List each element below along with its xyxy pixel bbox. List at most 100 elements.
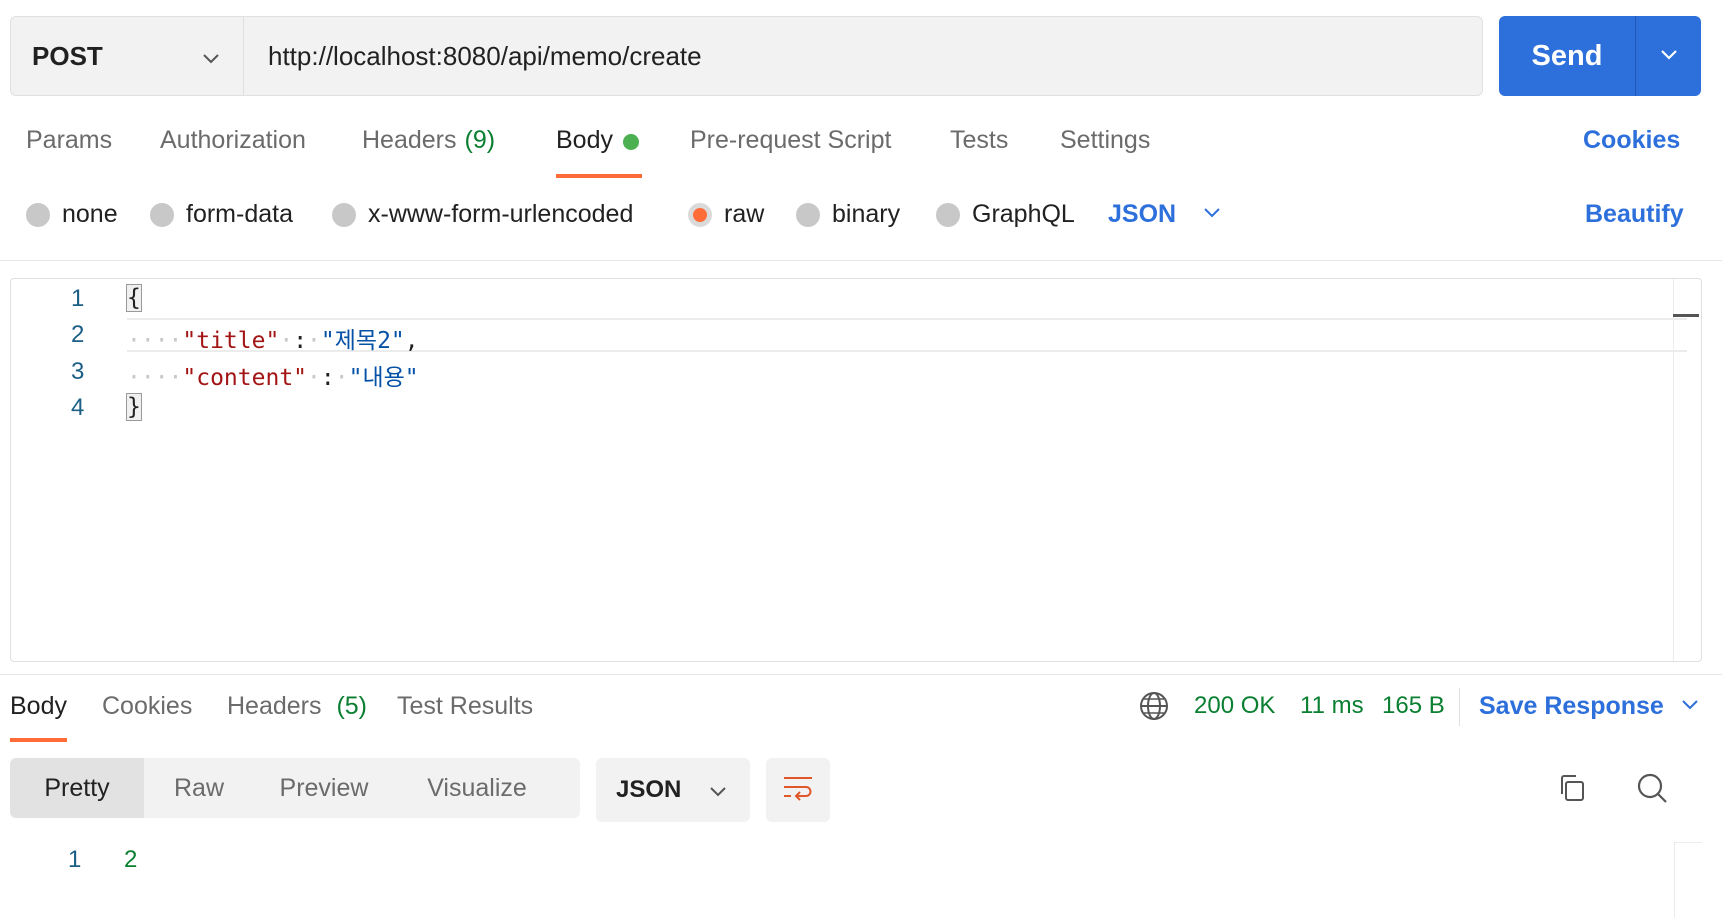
- search-button[interactable]: [1632, 770, 1672, 810]
- radio-circle: [936, 202, 960, 227]
- json-key-title: "title": [182, 328, 280, 354]
- tab-params[interactable]: Params: [26, 126, 112, 178]
- response-format-select[interactable]: JSON: [596, 758, 750, 822]
- globe-icon[interactable]: [1138, 690, 1170, 727]
- chevron-down-icon: [201, 44, 221, 75]
- radio-circle: [796, 202, 820, 227]
- view-mode-visualize[interactable]: Visualize: [394, 758, 560, 818]
- response-tab-body[interactable]: Body: [10, 692, 67, 742]
- close-brace: }: [126, 393, 142, 421]
- copy-icon: [1557, 773, 1587, 808]
- tab-headers[interactable]: Headers (9): [362, 126, 495, 178]
- radio-form-data-label: form-data: [186, 200, 293, 228]
- send-button-group: Send: [1499, 16, 1701, 96]
- response-line-number: 1: [68, 846, 82, 873]
- wrap-lines-icon: [782, 774, 814, 807]
- tab-authorization-label: Authorization: [160, 126, 306, 154]
- send-button[interactable]: Send: [1499, 16, 1636, 96]
- radio-none-label: none: [62, 200, 118, 228]
- language-label: JSON: [1108, 200, 1177, 228]
- radio-graphql-label: GraphQL: [972, 200, 1075, 228]
- response-scrollbar[interactable]: [1674, 842, 1702, 918]
- response-time[interactable]: 11 ms: [1300, 692, 1364, 720]
- wrap-lines-button[interactable]: [766, 758, 830, 822]
- request-tabs: Params Authorization Headers (9) Body Pr…: [0, 126, 1722, 178]
- body-type-radios: none form-data x-www-form-urlencoded raw…: [0, 200, 1722, 240]
- line-number: 3: [71, 358, 85, 385]
- beautify-link[interactable]: Beautify: [1585, 200, 1684, 229]
- line-number: 4: [71, 394, 85, 421]
- colon: :: [293, 328, 308, 354]
- copy-button[interactable]: [1552, 770, 1592, 810]
- tab-tests[interactable]: Tests: [950, 126, 1008, 178]
- tab-settings-label: Settings: [1060, 126, 1151, 154]
- radio-binary[interactable]: binary: [796, 200, 900, 229]
- language-select[interactable]: JSON: [1108, 200, 1222, 229]
- json-value-title: "제목2": [320, 328, 405, 354]
- chevron-down-icon: [1659, 44, 1679, 69]
- radio-urlencoded[interactable]: x-www-form-urlencoded: [332, 200, 633, 229]
- response-tab-test-results[interactable]: Test Results: [397, 692, 533, 742]
- line-number: 2: [71, 321, 85, 348]
- code-line-3: ····"content"·:·"내용": [127, 365, 419, 391]
- method-select[interactable]: POST: [10, 16, 243, 96]
- chevron-down-icon: [708, 780, 728, 808]
- cookies-link[interactable]: Cookies: [1583, 126, 1680, 155]
- radio-urlencoded-label: x-www-form-urlencoded: [368, 200, 634, 228]
- status-code[interactable]: 200 OK: [1194, 692, 1275, 720]
- tab-pre-request-script[interactable]: Pre-request Script: [690, 126, 891, 178]
- url-input[interactable]: http://localhost:8080/api/memo/create: [243, 16, 1483, 96]
- search-icon: [1636, 772, 1668, 809]
- response-tab-cookies-label: Cookies: [102, 692, 193, 720]
- editor-scrollbar[interactable]: [1673, 279, 1701, 661]
- tab-pre-request-label: Pre-request Script: [690, 126, 892, 154]
- view-mode-raw[interactable]: Raw: [144, 758, 254, 818]
- code-line-2: ····"title"·:·"제목2",: [127, 328, 419, 354]
- radio-form-data[interactable]: form-data: [150, 200, 293, 229]
- radio-none[interactable]: none: [26, 200, 118, 229]
- radio-graphql[interactable]: GraphQL: [936, 200, 1075, 229]
- send-options-button[interactable]: [1636, 16, 1701, 96]
- radio-raw[interactable]: raw: [688, 200, 764, 229]
- tab-tests-label: Tests: [950, 126, 1009, 154]
- radio-raw-label: raw: [724, 200, 765, 228]
- tab-body-label: Body: [556, 126, 613, 154]
- method-label: POST: [32, 40, 103, 71]
- response-format-label: JSON: [616, 776, 682, 803]
- open-brace: {: [126, 284, 142, 312]
- json-key-content: "content": [182, 365, 308, 391]
- vertical-divider: [1459, 688, 1460, 726]
- response-tab-test-results-label: Test Results: [397, 692, 534, 720]
- response-tab-headers[interactable]: Headers (5): [227, 692, 367, 742]
- headers-count-badge: (9): [464, 126, 496, 154]
- response-size[interactable]: 165 B: [1382, 692, 1445, 720]
- view-mode-pretty[interactable]: Pretty: [10, 758, 144, 818]
- view-mode-preview[interactable]: Preview: [254, 758, 394, 818]
- response-tab-headers-label: Headers: [227, 692, 322, 720]
- response-headers-count: (5): [336, 692, 368, 720]
- radio-circle: [332, 202, 356, 227]
- tab-body[interactable]: Body: [556, 126, 642, 178]
- json-value-content: "내용": [348, 365, 419, 391]
- section-divider: [0, 674, 1722, 675]
- chevron-down-icon: [1202, 200, 1222, 229]
- radio-binary-label: binary: [832, 200, 901, 228]
- radio-circle-selected: [688, 202, 712, 227]
- response-tabs: Body Cookies Headers (5) Test Results 20…: [0, 692, 1722, 742]
- code-line-4: }: [126, 393, 142, 421]
- scrollbar-marker: [1673, 314, 1699, 317]
- colon: :: [320, 365, 335, 391]
- tab-settings[interactable]: Settings: [1060, 126, 1150, 178]
- tab-params-label: Params: [26, 126, 113, 154]
- save-response-label: Save Response: [1479, 692, 1664, 720]
- tab-authorization[interactable]: Authorization: [160, 126, 306, 178]
- response-value: 2: [124, 846, 138, 873]
- response-tab-cookies[interactable]: Cookies: [102, 692, 192, 742]
- radio-circle: [150, 202, 174, 227]
- line-number: 1: [71, 285, 85, 312]
- section-divider: [0, 260, 1722, 261]
- request-body-editor[interactable]: 1 2 3 4 { ····"title"·:·"제목2", ····"cont…: [10, 278, 1702, 662]
- url-text: http://localhost:8080/api/memo/create: [268, 40, 702, 71]
- save-response-button[interactable]: Save Response: [1479, 692, 1700, 721]
- tab-headers-label: Headers: [362, 126, 457, 154]
